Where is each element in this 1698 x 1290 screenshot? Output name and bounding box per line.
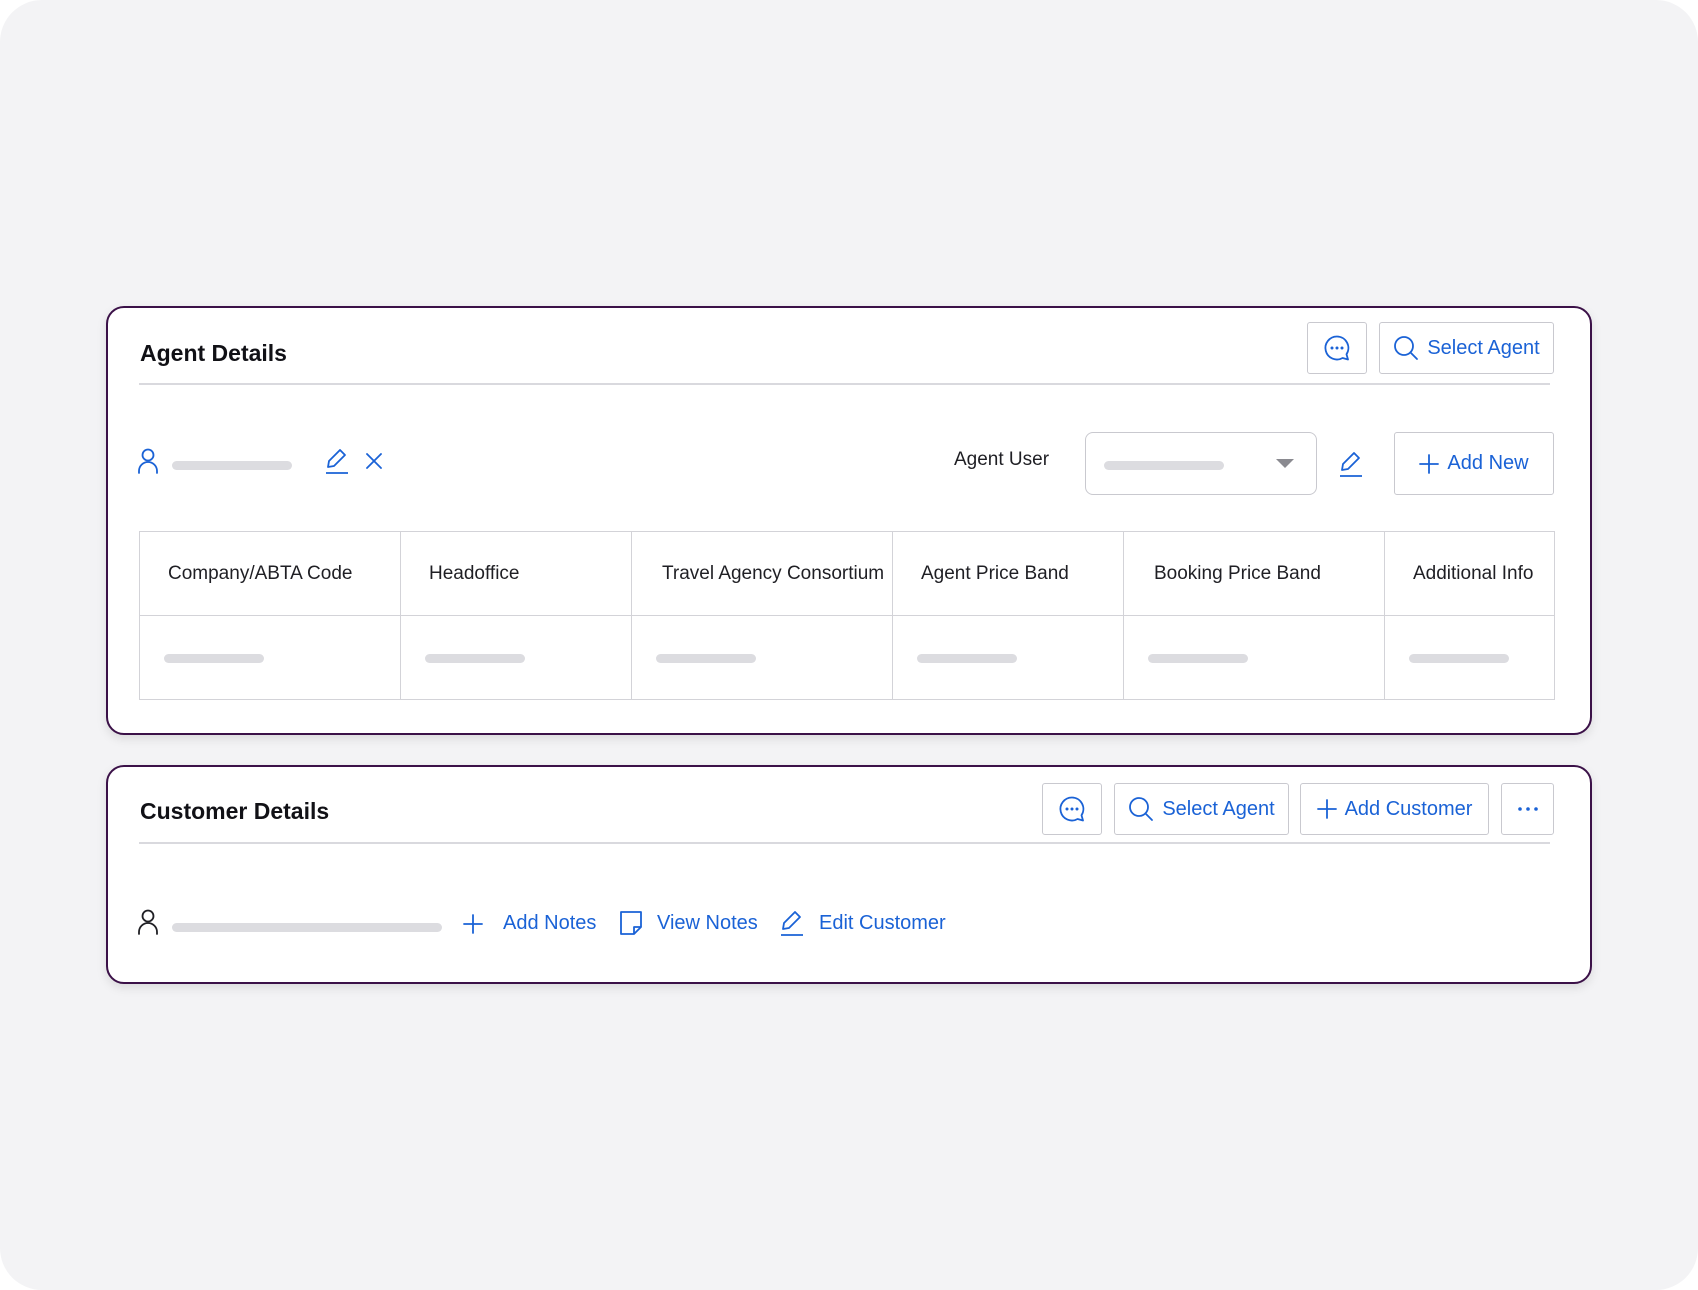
table-row: [139, 615, 1555, 700]
table-cell: [400, 615, 632, 700]
user-icon: [138, 909, 158, 935]
cell-placeholder: [164, 654, 264, 663]
search-icon: [1129, 797, 1154, 821]
add-new-button[interactable]: Add New: [1394, 432, 1554, 495]
add-notes-link[interactable]: Add Notes: [463, 912, 596, 935]
plus-icon: [1316, 799, 1337, 819]
more-icon: [1517, 807, 1538, 811]
add-customer-button[interactable]: Add Customer: [1300, 783, 1489, 835]
add-customer-label: Add Customer: [1344, 797, 1473, 820]
chat-icon: [1059, 796, 1085, 822]
agent-name-placeholder: [172, 461, 292, 470]
table-cell: [1123, 615, 1385, 700]
view-notes-label: View Notes: [657, 911, 758, 934]
column-header: Additional Info: [1384, 531, 1555, 616]
table-header-row: Company/ABTA Code Headoffice Travel Agen…: [139, 531, 1555, 616]
column-header: Agent Price Band: [892, 531, 1124, 616]
note-icon: [620, 911, 642, 935]
add-notes-label: Add Notes: [503, 912, 597, 934]
agent-user-select[interactable]: [1085, 432, 1317, 495]
edit-icon[interactable]: [1338, 450, 1364, 478]
customer-select-agent-button[interactable]: Select Agent: [1114, 783, 1289, 835]
edit-icon[interactable]: [324, 447, 350, 475]
table-cell: [1384, 615, 1555, 700]
select-agent-label: Select Agent: [1162, 797, 1275, 820]
customer-header-divider: [139, 842, 1550, 844]
add-new-label: Add New: [1447, 452, 1529, 474]
cell-placeholder: [917, 654, 1017, 663]
column-header: Headoffice: [400, 531, 632, 616]
select-agent-label: Select Agent: [1427, 336, 1540, 359]
agent-user-select-placeholder: [1104, 461, 1224, 470]
chat-icon: [1324, 335, 1350, 361]
column-header: Travel Agency Consortium: [631, 531, 893, 616]
agent-header-divider: [139, 383, 1550, 385]
close-icon[interactable]: [365, 452, 383, 470]
table-cell: [631, 615, 893, 700]
customer-details-title: Customer Details: [140, 798, 330, 824]
agent-details-table: Company/ABTA Code Headoffice Travel Agen…: [139, 531, 1555, 700]
cell-placeholder: [425, 654, 525, 663]
customer-details-card: Customer Details Select Agent Add Custom…: [106, 765, 1592, 984]
cell-placeholder: [1409, 654, 1509, 663]
customer-chat-button[interactable]: [1042, 783, 1102, 835]
edit-customer-link[interactable]: Edit Customer: [779, 909, 946, 937]
agent-details-card: Agent Details Select Agent Agent User Ad…: [106, 306, 1592, 735]
cell-placeholder: [1148, 654, 1248, 663]
agent-select-agent-button[interactable]: Select Agent: [1379, 322, 1554, 374]
column-header: Company/ABTA Code: [139, 531, 401, 616]
plus-icon: [1419, 453, 1440, 474]
chevron-down-icon: [1276, 459, 1294, 468]
agent-chat-button[interactable]: [1307, 322, 1367, 374]
agent-details-title: Agent Details: [140, 340, 287, 366]
plus-icon: [463, 913, 483, 934]
view-notes-link[interactable]: View Notes: [619, 910, 758, 936]
user-icon: [138, 448, 158, 474]
table-cell: [139, 615, 401, 700]
agent-user-label: Agent User: [954, 449, 1050, 470]
search-icon: [1394, 336, 1419, 360]
customer-name-placeholder: [172, 923, 442, 932]
cell-placeholder: [656, 654, 756, 663]
table-cell: [892, 615, 1124, 700]
edit-icon: [781, 911, 803, 936]
edit-customer-label: Edit Customer: [819, 911, 946, 934]
more-options-button[interactable]: [1501, 783, 1554, 835]
column-header: Booking Price Band: [1123, 531, 1385, 616]
page-background: Agent Details Select Agent Agent User Ad…: [0, 0, 1698, 1290]
